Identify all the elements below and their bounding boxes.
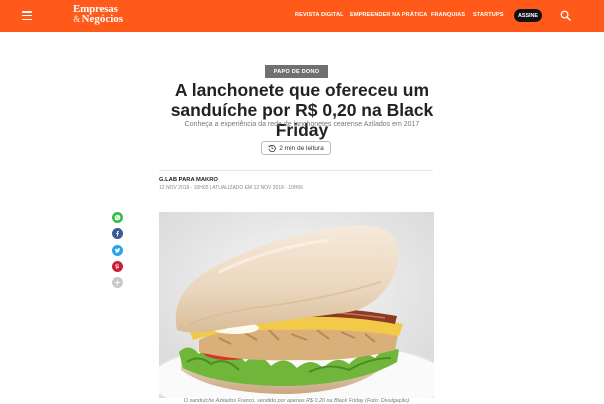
twitter-icon[interactable] [112,245,123,256]
facebook-icon[interactable] [112,228,123,239]
publish-dates: 12 NOV 2018 - 10H05 | ATUALIZADO EM 12 N… [159,185,304,191]
top-header: Empresas &Negócios REVISTA DIGITAL EMPRE… [0,0,604,32]
search-icon[interactable] [560,10,571,21]
article-title: A lanchonete que ofereceu um sanduíche p… [170,80,434,140]
subscribe-button[interactable]: ASSINE [514,9,542,22]
menu-icon[interactable] [22,11,32,21]
nav-revista-digital[interactable]: REVISTA DIGITAL [295,12,344,18]
article-photo [159,212,434,398]
article-subtitle: Conheça a experiência da rede de lanchon… [184,121,420,128]
read-time-label: 2 min de leitura [279,144,324,152]
clock-icon [268,144,276,152]
logo-line-2: &Negócios [73,13,124,25]
nav-startups[interactable]: STARTUPS [473,12,504,18]
plus-icon[interactable] [112,277,123,288]
site-logo[interactable]: Empresas &Negócios [73,4,124,25]
nav-empreender-na-pratica[interactable]: EMPREENDER NA PRÁTICA [350,12,427,18]
category-tag[interactable]: PAPO DE DONO [265,65,328,78]
read-time-badge: 2 min de leitura [261,141,331,155]
divider [159,170,433,171]
pinterest-icon[interactable] [112,261,123,272]
photo-caption: O sanduíche Azilados Franco, vendido por… [183,398,410,404]
nav-franquias[interactable]: FRANQUIAS [431,12,465,18]
whatsapp-icon[interactable] [112,212,123,223]
author-name[interactable]: G.LAB PARA MAKRO [159,177,218,183]
sandwich-image [159,212,434,398]
